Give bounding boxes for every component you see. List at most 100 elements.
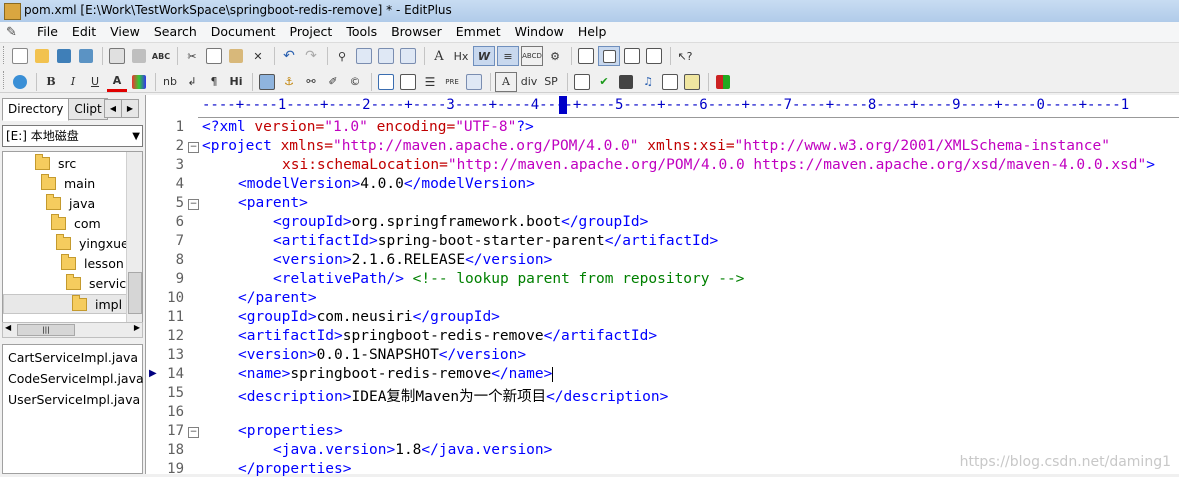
fold-toggle-icon[interactable]: −: [188, 427, 199, 438]
undo-icon[interactable]: ↶: [279, 47, 299, 65]
color-palette-icon[interactable]: [129, 73, 149, 91]
image-icon[interactable]: [257, 73, 277, 91]
new-file-icon[interactable]: [10, 47, 30, 65]
tree-item-src[interactable]: src: [35, 153, 76, 172]
comment-icon[interactable]: ✐: [323, 73, 343, 91]
find-in-files-icon[interactable]: [376, 47, 396, 65]
span-icon[interactable]: SP: [541, 73, 561, 91]
anchor-icon[interactable]: ⚓: [279, 73, 299, 91]
tree-vertical-scrollbar[interactable]: [126, 152, 142, 322]
toolbar-grip-2[interactable]: [3, 71, 7, 89]
list-icon[interactable]: [464, 73, 484, 91]
tab-cliptext[interactable]: Clipt: [68, 98, 108, 120]
tree-item-yingxue[interactable]: yingxue: [56, 233, 129, 252]
browser-globe-icon[interactable]: [10, 73, 30, 91]
tree-item-service[interactable]: service: [66, 273, 134, 292]
toolbar-grip[interactable]: [3, 46, 7, 64]
text-tool-icon[interactable]: A: [495, 71, 517, 92]
fold-toggle-icon[interactable]: −: [188, 142, 199, 153]
goto-icon[interactable]: [398, 47, 418, 65]
print-icon[interactable]: [129, 47, 149, 65]
menu-project[interactable]: Project: [283, 24, 340, 40]
menu-file[interactable]: File: [30, 24, 65, 40]
view-panel-icon[interactable]: [576, 47, 596, 65]
scroll-right-icon[interactable]: ▶: [134, 323, 140, 332]
validate-check-icon[interactable]: ✔: [594, 73, 614, 91]
menu-browser[interactable]: Browser: [384, 24, 449, 40]
style-edit-icon[interactable]: [572, 73, 592, 91]
drive-select[interactable]: [E:] 本地磁盘 ▼: [2, 125, 143, 147]
copy-icon[interactable]: [204, 47, 224, 65]
menu-emmet[interactable]: Emmet: [449, 24, 508, 40]
underline-icon[interactable]: U: [85, 73, 105, 91]
tree-horizontal-scrollbar[interactable]: ◀ ||| ▶: [2, 322, 143, 338]
tree-item-com[interactable]: com: [51, 213, 101, 232]
tab-scroll-left-icon[interactable]: ◀: [104, 99, 122, 118]
film-icon[interactable]: [616, 73, 636, 91]
scrollbar-thumb[interactable]: [128, 272, 142, 314]
help-pointer-icon[interactable]: ↖?: [675, 47, 695, 65]
tab-directory[interactable]: Directory: [2, 98, 70, 121]
tab-scroll-right-icon[interactable]: ▶: [121, 99, 139, 118]
file-item-codeserviceimpl[interactable]: CodeServiceImpl.java: [8, 371, 144, 386]
div-icon[interactable]: div: [519, 73, 539, 91]
music-icon[interactable]: ♫: [638, 73, 658, 91]
column-icon[interactable]: ABCD: [521, 46, 543, 66]
nbsp-icon[interactable]: nb: [160, 73, 180, 91]
italic-icon[interactable]: I: [63, 73, 83, 91]
menu-document[interactable]: Document: [204, 24, 283, 40]
tile-window-icon[interactable]: [644, 47, 664, 65]
spell-check-icon[interactable]: ABC: [151, 47, 171, 65]
output-window-icon[interactable]: [622, 47, 642, 65]
menu-help[interactable]: Help: [571, 24, 614, 40]
table-icon[interactable]: [376, 73, 396, 91]
redo-icon[interactable]: ↷: [301, 47, 321, 65]
directory-window-icon[interactable]: [598, 46, 620, 66]
file-item-cartserviceimpl[interactable]: CartServiceImpl.java: [8, 350, 138, 365]
menu-tools[interactable]: Tools: [339, 24, 384, 40]
paste-icon[interactable]: [226, 47, 246, 65]
tree-item-java[interactable]: java: [46, 193, 95, 212]
line-break-icon[interactable]: ↲: [182, 73, 202, 91]
tree-item-lesson[interactable]: lesson: [61, 253, 124, 272]
menu-search[interactable]: Search: [147, 24, 204, 40]
tree-item-impl[interactable]: impl: [3, 294, 129, 314]
open-folder-icon[interactable]: [32, 47, 52, 65]
print-preview-icon[interactable]: [107, 47, 127, 65]
color-grid-icon[interactable]: [713, 73, 733, 91]
pen-icon: ✎: [6, 25, 17, 40]
fold-toggle-icon[interactable]: −: [188, 199, 199, 210]
save-all-icon[interactable]: [76, 47, 96, 65]
tree-item-main[interactable]: main: [41, 173, 95, 192]
scroll-left-icon[interactable]: ◀: [5, 323, 11, 332]
save-icon[interactable]: [54, 47, 74, 65]
special-char-icon[interactable]: ©: [345, 73, 365, 91]
file-item-userserviceimpl[interactable]: UserServiceImpl.java: [8, 392, 140, 407]
link-icon[interactable]: ⚯: [301, 73, 321, 91]
line-wrap-icon[interactable]: ≡: [497, 46, 519, 66]
delete-icon[interactable]: ✕: [248, 47, 268, 65]
cut-icon[interactable]: ✂: [182, 47, 202, 65]
pre-icon[interactable]: PRE: [442, 73, 462, 91]
heading-icon[interactable]: Hi: [226, 73, 246, 91]
find-icon[interactable]: ⚲: [332, 47, 352, 65]
chevron-down-icon[interactable]: ▼: [132, 127, 140, 147]
code-editor[interactable]: ----+----1----+----2----+----3----+----4…: [146, 95, 1179, 477]
hr-icon[interactable]: ☰: [420, 73, 440, 91]
word-wrap-icon[interactable]: W: [473, 46, 495, 66]
font-icon[interactable]: A: [429, 47, 449, 65]
menu-view[interactable]: View: [103, 24, 147, 40]
replace-icon[interactable]: [354, 47, 374, 65]
hx-icon[interactable]: Hx: [451, 47, 471, 65]
frame-icon[interactable]: [682, 73, 702, 91]
settings-gear-icon[interactable]: ⚙: [545, 47, 565, 65]
paragraph-icon[interactable]: ¶: [204, 73, 224, 91]
menu-window[interactable]: Window: [508, 24, 571, 40]
form-icon[interactable]: [398, 73, 418, 91]
menu-edit[interactable]: Edit: [65, 24, 103, 40]
bold-icon[interactable]: B: [41, 73, 61, 91]
window-icon[interactable]: [660, 73, 680, 91]
scrollbar-thumb[interactable]: |||: [17, 324, 75, 336]
line-number: 5: [175, 195, 184, 211]
font-color-icon[interactable]: A: [107, 71, 127, 92]
